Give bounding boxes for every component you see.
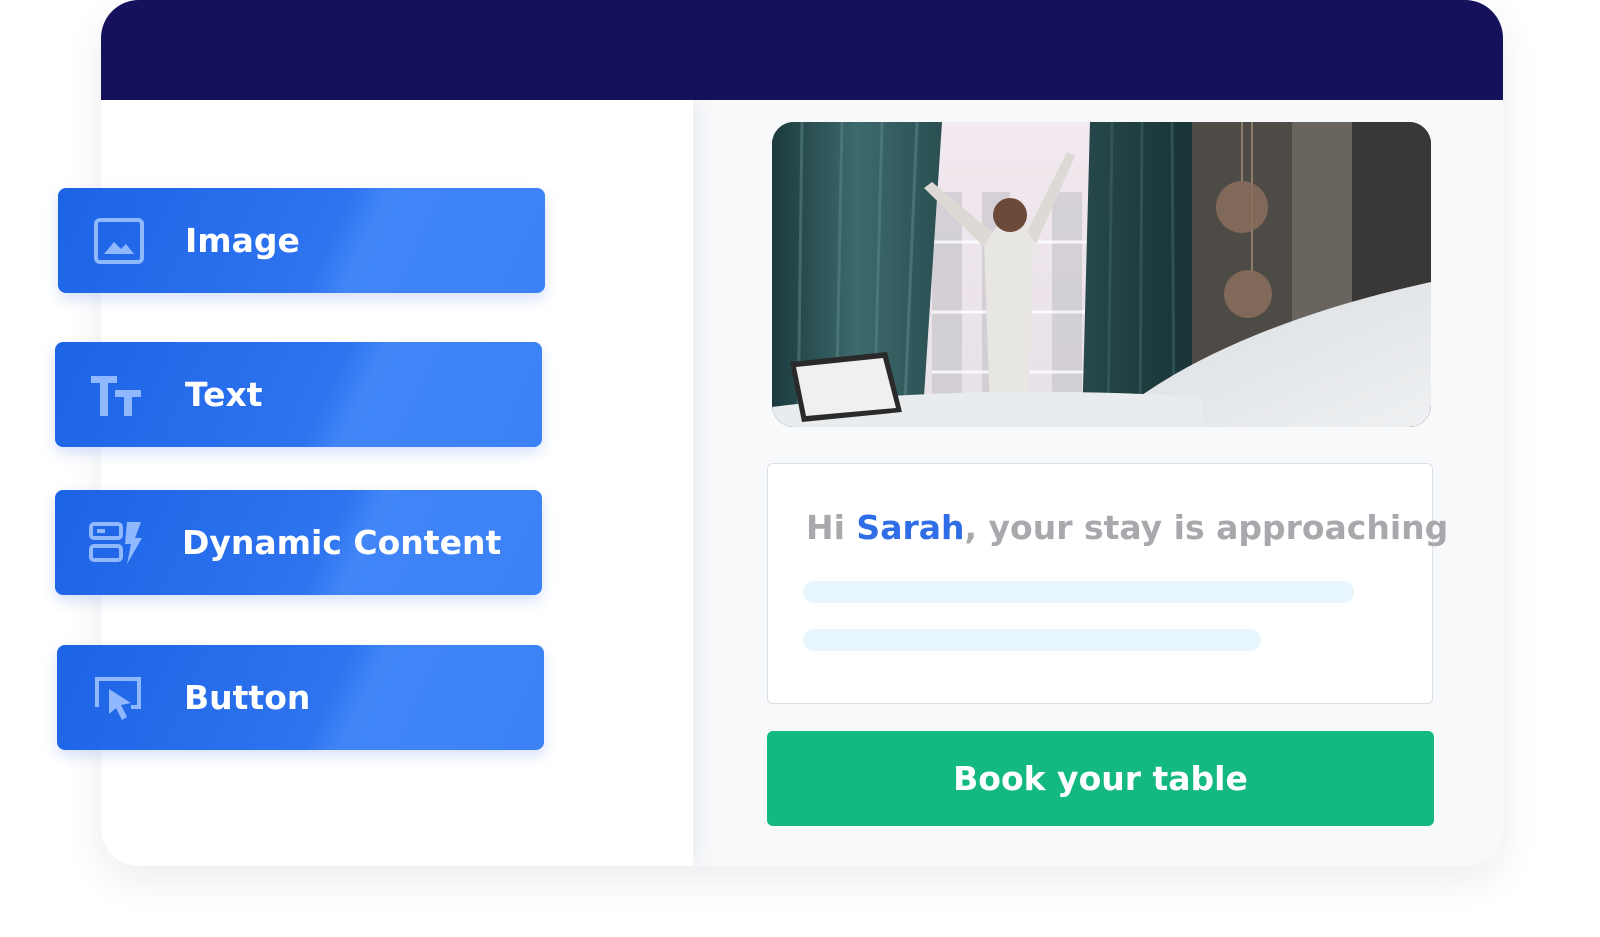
block-label: Image bbox=[185, 221, 300, 260]
book-table-button[interactable]: Book your table bbox=[767, 731, 1434, 826]
dynamic-content-icon bbox=[89, 516, 143, 570]
greeting-prefix: Hi bbox=[806, 508, 857, 547]
placeholder-text-line bbox=[803, 581, 1354, 603]
image-icon bbox=[92, 214, 146, 268]
top-header-bar bbox=[101, 0, 1503, 100]
hero-image[interactable] bbox=[772, 122, 1431, 427]
block-label: Button bbox=[184, 678, 311, 717]
hotel-room-photo bbox=[772, 122, 1431, 427]
greeting-text: Hi Sarah, your stay is approaching bbox=[806, 508, 1448, 547]
block-label: Text bbox=[185, 375, 263, 414]
text-size-icon bbox=[89, 368, 143, 422]
dynamic-content-block-button[interactable]: Dynamic Content bbox=[55, 490, 542, 595]
greeting-suffix: , your stay is approaching bbox=[964, 508, 1449, 547]
placeholder-text-line bbox=[803, 629, 1261, 651]
block-label: Dynamic Content bbox=[182, 523, 502, 562]
button-block-button[interactable]: Button bbox=[57, 645, 544, 750]
greeting-name: Sarah bbox=[856, 508, 965, 547]
image-block-button[interactable]: Image bbox=[58, 188, 545, 293]
cursor-click-icon bbox=[91, 671, 145, 725]
text-block-button[interactable]: Text bbox=[55, 342, 542, 447]
message-card[interactable]: Hi Sarah, your stay is approaching bbox=[767, 463, 1448, 704]
